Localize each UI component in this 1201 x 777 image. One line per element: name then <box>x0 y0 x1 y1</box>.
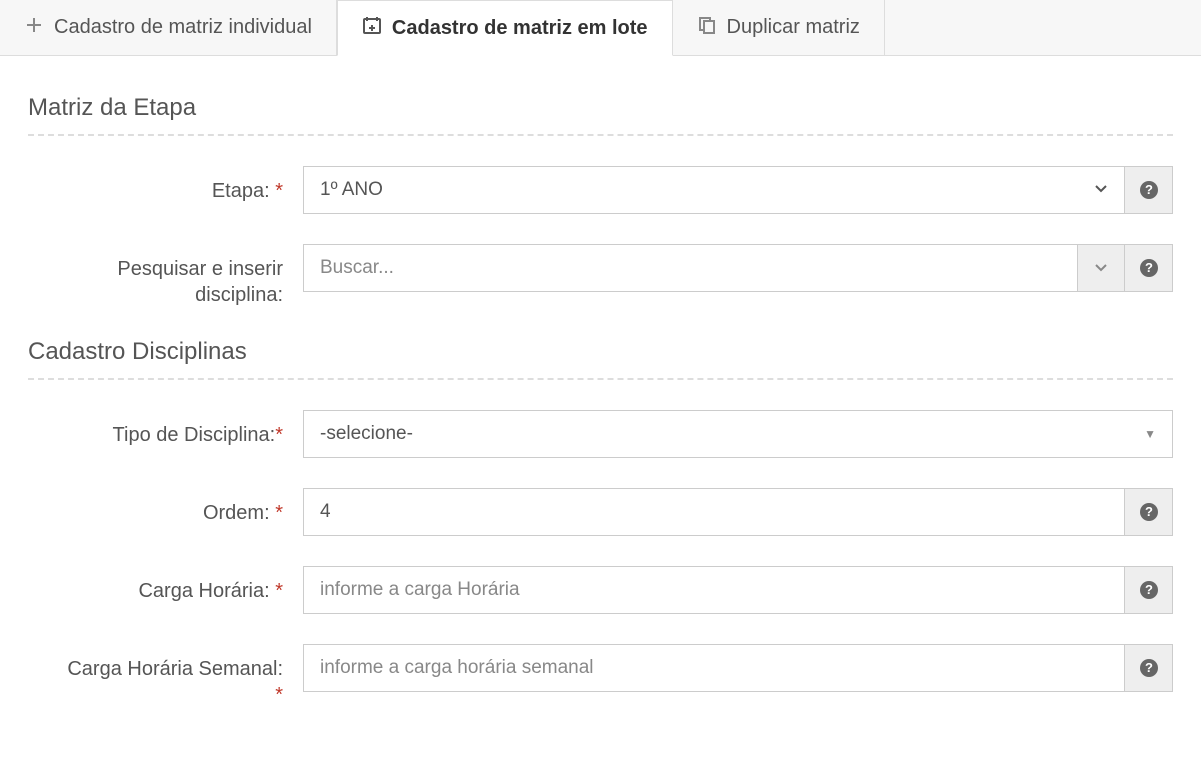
tipo-select[interactable]: -selecione- ▼ <box>303 410 1173 458</box>
svg-text:?: ? <box>1145 504 1153 519</box>
section-matriz-title: Matriz da Etapa <box>28 94 1173 122</box>
help-icon: ? <box>1139 580 1159 600</box>
help-icon: ? <box>1139 502 1159 522</box>
svg-text:?: ? <box>1145 660 1153 675</box>
help-icon: ? <box>1139 258 1159 278</box>
svg-text:?: ? <box>1145 582 1153 597</box>
divider <box>28 378 1173 380</box>
ordem-input[interactable] <box>303 488 1125 536</box>
row-ordem: Ordem: * ? <box>28 488 1173 536</box>
etapa-select-value: 1º ANO <box>320 179 383 201</box>
label-ordem: Ordem: * <box>28 488 303 526</box>
row-pesquisar: Pesquisar e inserir disciplina: ? <box>28 244 1173 308</box>
buscar-help-button[interactable]: ? <box>1125 244 1173 292</box>
help-icon: ? <box>1139 658 1159 678</box>
buscar-input[interactable] <box>303 244 1077 292</box>
plus-icon <box>24 15 44 41</box>
tab-duplicar[interactable]: Duplicar matriz <box>673 0 885 55</box>
label-etapa: Etapa: * <box>28 166 303 204</box>
section-disciplinas-title: Cadastro Disciplinas <box>28 338 1173 366</box>
etapa-help-button[interactable]: ? <box>1125 166 1173 214</box>
label-pesquisar: Pesquisar e inserir disciplina: <box>28 244 303 308</box>
carga-semanal-help-button[interactable]: ? <box>1125 644 1173 692</box>
row-tipo: Tipo de Disciplina:* -selecione- ▼ <box>28 410 1173 458</box>
row-carga: Carga Horária: * ? <box>28 566 1173 614</box>
divider <box>28 134 1173 136</box>
etapa-select[interactable]: 1º ANO <box>303 166 1125 214</box>
carga-input[interactable] <box>303 566 1125 614</box>
carga-help-button[interactable]: ? <box>1125 566 1173 614</box>
help-icon: ? <box>1139 180 1159 200</box>
svg-text:?: ? <box>1145 260 1153 275</box>
tipo-select-value: -selecione- <box>320 423 413 445</box>
calendar-plus-icon <box>362 15 382 41</box>
chevron-down-icon <box>1094 261 1108 275</box>
triangle-down-icon: ▼ <box>1144 427 1156 441</box>
chevron-down-icon <box>1094 182 1108 199</box>
tab-duplicar-label: Duplicar matriz <box>727 16 860 39</box>
svg-text:?: ? <box>1145 182 1153 197</box>
row-carga-semanal: Carga Horária Semanal:* ? <box>28 644 1173 708</box>
label-tipo: Tipo de Disciplina:* <box>28 410 303 448</box>
buscar-dropdown-toggle[interactable] <box>1077 244 1125 292</box>
label-carga: Carga Horária: * <box>28 566 303 604</box>
label-carga-semanal: Carga Horária Semanal:* <box>28 644 303 708</box>
ordem-help-button[interactable]: ? <box>1125 488 1173 536</box>
tab-bar: Cadastro de matriz individual Cadastro d… <box>0 0 1201 56</box>
tab-lote[interactable]: Cadastro de matriz em lote <box>337 0 673 56</box>
tab-lote-label: Cadastro de matriz em lote <box>392 17 648 40</box>
tab-individual[interactable]: Cadastro de matriz individual <box>0 0 337 55</box>
row-etapa: Etapa: * 1º ANO ? <box>28 166 1173 214</box>
tab-individual-label: Cadastro de matriz individual <box>54 16 312 39</box>
carga-semanal-input[interactable] <box>303 644 1125 692</box>
copy-icon <box>697 15 717 41</box>
